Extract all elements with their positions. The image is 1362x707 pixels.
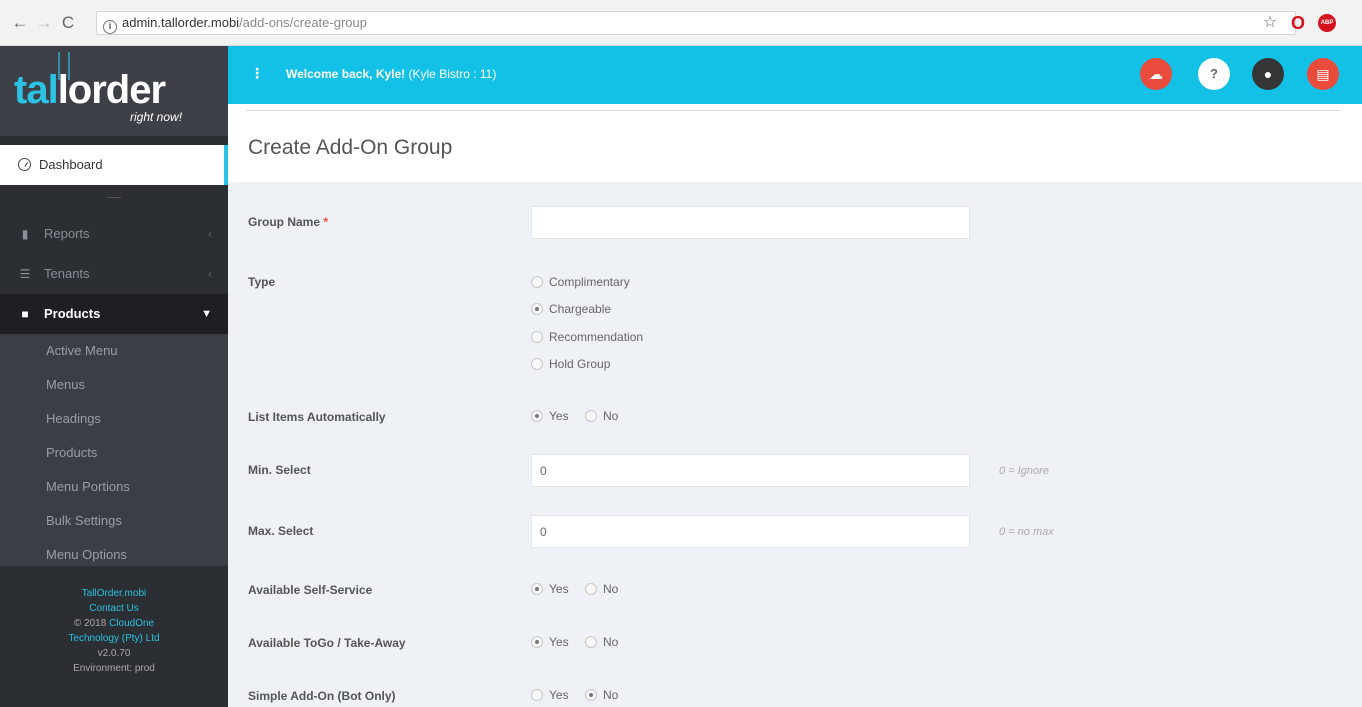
type-radio-complimentary[interactable]: Complimentary (531, 275, 630, 289)
bar-chart-icon: ▮ (21, 227, 29, 241)
header-divider (246, 110, 1341, 111)
help-button[interactable]: ? (1198, 58, 1230, 90)
self-service-yes-radio[interactable]: Yes (531, 582, 569, 596)
group-name-input[interactable] (531, 206, 970, 239)
page-title: Create Add-On Group (248, 136, 453, 159)
type-radio-chargeable[interactable]: Chargeable (531, 302, 611, 316)
radio-unselected-icon (585, 583, 597, 595)
url-path: /add-ons/create-group (239, 15, 367, 30)
info-icon[interactable]: i (103, 20, 117, 34)
max-select-hint: 0 = no max (999, 526, 1054, 538)
reload-icon[interactable]: C (58, 13, 78, 33)
simple-addon-label: Simple Add-On (Bot Only) (248, 689, 396, 703)
radio-selected-icon (531, 636, 543, 648)
radio-unselected-icon (585, 410, 597, 422)
radio-unselected-icon (531, 331, 543, 343)
group-name-label: Group Name * (248, 215, 329, 229)
welcome-message: Welcome back, Kyle! (Kyle Bistro : 11) (286, 67, 497, 81)
radio-selected-icon (531, 583, 543, 595)
type-label: Type (248, 275, 276, 289)
dashboard-icon (18, 158, 31, 171)
logo-wordmark: tallorder (14, 68, 166, 112)
store-icon: ▤ (1316, 66, 1330, 82)
togo-no-radio[interactable]: No (585, 635, 618, 649)
submenu-item-menu-portions[interactable]: Menu Portions (46, 470, 130, 504)
logo[interactable]: tallorder right now! (0, 46, 228, 136)
togo-label: Available ToGo / Take-Away (248, 636, 406, 650)
radio-unselected-icon (531, 276, 543, 288)
togo-yes-radio[interactable]: Yes (531, 635, 569, 649)
url-host: admin.tallorder.mobi (122, 15, 240, 30)
self-service-label: Available Self-Service (248, 583, 373, 597)
radio-selected-icon (585, 689, 597, 701)
sidebar-item-label: Reports (44, 226, 90, 241)
bag-icon: ■ (21, 307, 29, 321)
sidebar-item-dashboard[interactable]: Dashboard (0, 145, 228, 185)
products-submenu: Active Menu Menus Headings Products Menu… (0, 334, 228, 566)
store-button[interactable]: ▤ (1307, 58, 1339, 90)
sidebar: tallorder right now! Dashboard ▮ Reports … (0, 46, 228, 707)
radio-unselected-icon (531, 358, 543, 370)
top-header: ⋮ Welcome back, Kyle! (Kyle Bistro : 11)… (228, 46, 1362, 104)
contact-link[interactable]: Contact Us (0, 601, 228, 616)
sidebar-footer: TallOrder.mobi Contact Us © 2018 CloudOn… (0, 566, 228, 707)
type-radio-recommendation[interactable]: Recommendation (531, 330, 643, 344)
max-select-label: Max. Select (248, 524, 314, 538)
chevron-left-icon: ‹ (208, 227, 212, 241)
forward-arrow-icon[interactable]: → (34, 13, 54, 33)
company-link-line2[interactable]: Technology (Pty) Ltd (0, 631, 228, 646)
submenu-item-active-menu[interactable]: Active Menu (46, 334, 118, 368)
min-select-input[interactable] (531, 454, 970, 487)
min-select-label: Min. Select (248, 463, 311, 477)
site-link[interactable]: TallOrder.mobi (0, 586, 228, 601)
cloud-upload-button[interactable]: ☁ (1140, 58, 1172, 90)
simple-addon-no-radio[interactable]: No (585, 688, 618, 702)
sidebar-item-products[interactable]: ■ Products ▼ (0, 294, 228, 334)
radio-unselected-icon (531, 689, 543, 701)
back-arrow-icon[interactable]: ← (10, 13, 30, 33)
adblock-icon[interactable]: ABP (1318, 14, 1336, 32)
sidebar-item-label: Dashboard (39, 157, 103, 172)
address-bar[interactable]: i admin.tallorder.mobi/add-ons/create-gro… (96, 11, 1296, 35)
environment-label: Environment: prod (73, 663, 155, 674)
sidebar-divider (107, 197, 121, 198)
submenu-item-headings[interactable]: Headings (46, 402, 101, 436)
list-items-label: List Items Automatically (248, 410, 386, 424)
sidebar-item-label: Tenants (44, 266, 90, 281)
max-select-input[interactable] (531, 515, 970, 548)
logo-tagline: right now! (130, 110, 183, 124)
page-header: Create Add-On Group (228, 104, 1362, 182)
user-icon: ● (1263, 66, 1273, 82)
required-marker: * (323, 215, 329, 229)
radio-unselected-icon (585, 636, 597, 648)
question-icon: ? (1210, 66, 1218, 81)
list-items-yes-radio[interactable]: Yes (531, 409, 569, 423)
sidebar-item-label: Products (44, 306, 101, 321)
cloud-upload-icon: ☁ (1149, 66, 1163, 82)
sidebar-item-tenants[interactable]: ☰ Tenants ‹ (0, 254, 228, 294)
simple-addon-yes-radio[interactable]: Yes (531, 688, 569, 702)
chevron-down-icon: ▼ (201, 308, 212, 320)
type-radio-hold-group[interactable]: Hold Group (531, 357, 610, 371)
user-button[interactable]: ● (1252, 58, 1284, 90)
chevron-left-icon: ‹ (208, 267, 212, 281)
building-icon: ☰ (19, 267, 31, 281)
self-service-no-radio[interactable]: No (585, 582, 618, 596)
submenu-item-bulk-settings[interactable]: Bulk Settings (46, 504, 122, 538)
radio-selected-icon (531, 410, 543, 422)
vertical-dots-icon[interactable]: ⋮ (250, 65, 264, 82)
bookmark-star-icon[interactable]: ☆ (1260, 13, 1280, 33)
opera-icon[interactable]: O (1288, 13, 1308, 33)
submenu-item-products[interactable]: Products (46, 436, 97, 470)
copyright: © 2018 CloudOne (73, 618, 155, 629)
radio-selected-icon (531, 303, 543, 315)
browser-toolbar: ← → C i admin.tallorder.mobi/add-ons/crea… (0, 0, 1362, 46)
submenu-item-menus[interactable]: Menus (46, 368, 85, 402)
min-select-hint: 0 = Ignore (999, 465, 1049, 477)
sidebar-item-reports[interactable]: ▮ Reports ‹ (0, 214, 228, 254)
list-items-no-radio[interactable]: No (585, 409, 618, 423)
company-link[interactable]: CloudOne (109, 618, 154, 629)
version-label: v2.0.70 (97, 648, 131, 659)
